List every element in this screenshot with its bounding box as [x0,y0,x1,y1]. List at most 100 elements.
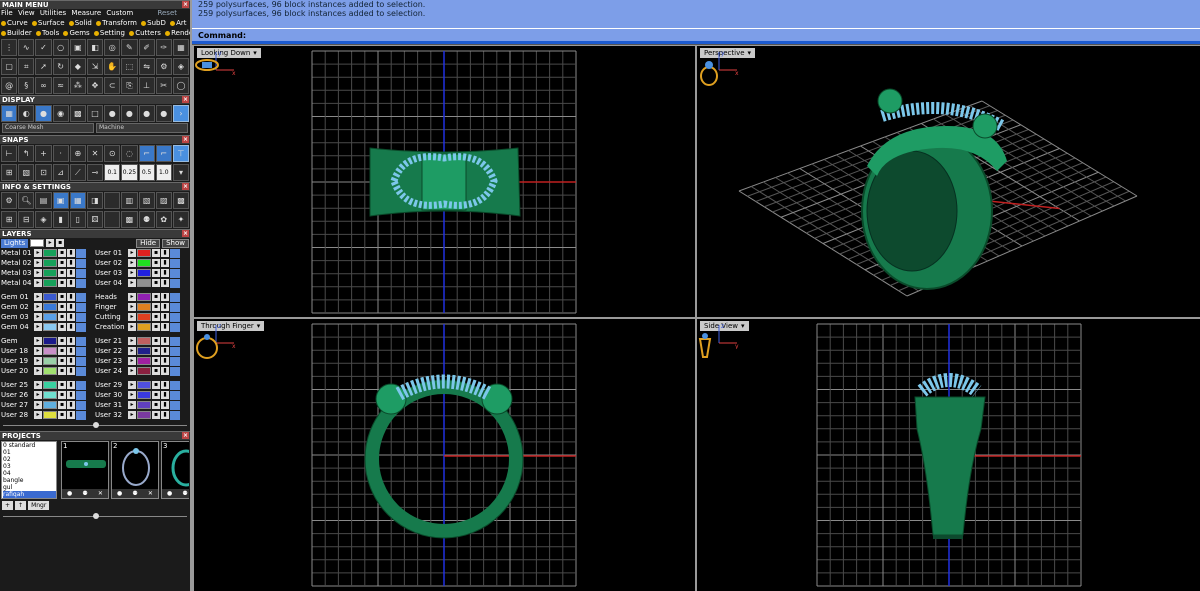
layer-visible-icon[interactable]: ▮ [67,347,75,355]
layer-row[interactable]: User 01 ▸ ▪ ▮ [95,248,189,258]
snap-project-icon[interactable]: ⊿ [52,164,69,181]
layer-row[interactable]: User 02 ▸ ▪ ▮ [95,258,189,268]
thumb-close-icon[interactable]: ✕ [98,489,103,498]
layer-lock-icon[interactable]: ▪ [58,279,66,287]
layer-lock-icon[interactable]: ▪ [152,381,160,389]
layer-color-swatch[interactable] [137,313,151,321]
layer-color-swatch[interactable] [43,411,57,419]
move-tool-icon[interactable]: ✥ [86,77,104,94]
layer-lock-icon[interactable]: ▪ [58,259,66,267]
project-list[interactable]: 0 standard 01 02 03 04 bangle gul rafiqa… [1,441,57,499]
snap-end-icon[interactable]: ⊢ [1,145,18,162]
layer-visible-icon[interactable]: ▮ [67,367,75,375]
layer-color-swatch[interactable] [137,381,151,389]
pipe-tool-icon[interactable]: ⊂ [104,77,121,94]
grid-info-icon[interactable]: ⊞ [1,211,18,228]
select-tool-icon[interactable]: ⬚ [121,58,138,75]
layer-row[interactable]: User 22 ▸ ▪ ▮ [95,346,189,356]
layer-row[interactable]: User 27 ▸ ▪ ▮ [1,400,95,410]
split-info-icon[interactable]: ⊟ [18,211,35,228]
scene-info-icon[interactable]: ▧ [138,192,155,209]
dice-info-icon[interactable]: ⚄ [86,211,104,228]
menu-measure[interactable]: Measure [71,9,101,17]
thumb-people-icon[interactable]: ⚉ [82,489,87,498]
layer-toggle-icon[interactable]: ▸ [34,357,42,365]
layer-select-bar[interactable] [170,248,180,258]
layer-toggle-icon[interactable]: ▸ [34,391,42,399]
lights-swatch[interactable] [30,239,45,247]
layer-select-bar[interactable] [76,390,86,400]
layer-color-swatch[interactable] [43,313,57,321]
lights-toggle[interactable]: ▸ [46,239,55,247]
layer-visible-icon[interactable]: ▮ [67,293,75,301]
sphere-view-icon[interactable]: ● [104,105,121,122]
viewport-looking-down[interactable]: Looking Down yx [194,46,695,317]
layer-toggle-icon[interactable]: ▸ [128,259,136,267]
layer-row[interactable]: Metal 02 ▸ ▪ ▮ [1,258,95,268]
flat-view-icon[interactable]: □ [86,105,104,122]
layer-visible-icon[interactable]: ▮ [161,323,169,331]
layer-select-bar[interactable] [76,322,86,332]
cube-info-icon[interactable]: ▣ [52,192,69,209]
layer-row[interactable]: Gem 02 ▸ ▪ ▮ [1,302,95,312]
layer-lock-icon[interactable]: ▪ [152,249,160,257]
layer-color-swatch[interactable] [43,269,57,277]
layer-select-bar[interactable] [170,292,180,302]
layer-toggle-icon[interactable]: ▸ [128,401,136,409]
project-item[interactable]: 02 [3,456,56,463]
split-tool-icon[interactable]: ⊥ [138,77,155,94]
layer-row[interactable]: Cutting ▸ ▪ ▮ [95,312,189,322]
pen-tool-icon[interactable]: ✑ [155,39,172,56]
layer-visible-icon[interactable]: ▮ [161,279,169,287]
layer-color-swatch[interactable] [43,249,57,257]
snap-value-1[interactable]: 0.1 [104,164,121,181]
close-icon[interactable]: × [182,1,189,8]
layer-row[interactable]: User 18 ▸ ▪ ▮ [1,346,95,356]
layer-color-swatch[interactable] [137,279,151,287]
snap-value-4[interactable]: 1.0 [155,164,172,181]
grid-tool-icon[interactable]: ▦ [172,39,190,56]
layer-select-bar[interactable] [76,312,86,322]
layer-color-swatch[interactable] [137,357,151,365]
layer-row[interactable]: User 30 ▸ ▪ ▮ [95,390,189,400]
layer-select-bar[interactable] [76,400,86,410]
layer-select-bar[interactable] [76,336,86,346]
tab-solid[interactable]: Solid [68,19,92,27]
tab-surface[interactable]: Surface [31,19,65,27]
layer-visible-icon[interactable]: ▮ [161,381,169,389]
layer-row[interactable]: Metal 03 ▸ ▪ ▮ [1,268,95,278]
layer-toggle-icon[interactable]: ▸ [128,313,136,321]
layer-visible-icon[interactable]: ▮ [161,249,169,257]
group-tool-icon[interactable]: ▣ [69,39,86,56]
gear-tool-icon[interactable]: ⚙ [155,58,172,75]
layer-toggle-icon[interactable]: ▸ [34,303,42,311]
layer-lock-icon[interactable]: ▪ [58,249,66,257]
layer-toggle-icon[interactable]: ▸ [34,337,42,345]
layer-row[interactable]: User 21 ▸ ▪ ▮ [95,336,189,346]
project-item[interactable]: 03 [3,463,56,470]
layer-lock-icon[interactable]: ▪ [58,357,66,365]
layer-select-bar[interactable] [170,390,180,400]
layer-visible-icon[interactable]: ▮ [161,303,169,311]
layer-select-bar[interactable] [170,380,180,390]
layer-visible-icon[interactable]: ▮ [67,249,75,257]
snap-planar-icon[interactable]: ▧ [18,164,35,181]
layer-toggle-icon[interactable]: ▸ [128,347,136,355]
layer-select-bar[interactable] [170,268,180,278]
layer-select-bar[interactable] [76,380,86,390]
manager-button[interactable]: Mngr [28,501,50,510]
cylinder-info-icon[interactable]: ▯ [69,211,86,228]
layer-toggle-icon[interactable]: ▸ [34,293,42,301]
layer-select-bar[interactable] [170,336,180,346]
layer-color-swatch[interactable] [137,323,151,331]
layer-toggle-icon[interactable]: ▸ [128,323,136,331]
layers-info-icon[interactable]: ▤ [35,192,52,209]
curve-tool-icon[interactable]: ∿ [18,39,35,56]
layer-color-swatch[interactable] [43,323,57,331]
flowers-info-icon[interactable]: ✿ [155,211,172,228]
properties-icon[interactable]: ◨ [86,192,104,209]
layer-row[interactable]: Gem 03 ▸ ▪ ▮ [1,312,95,322]
mesh-select[interactable]: Coarse Mesh [2,123,94,133]
project-item[interactable]: bangle [3,477,56,484]
layer-toggle-icon[interactable]: ▸ [34,401,42,409]
